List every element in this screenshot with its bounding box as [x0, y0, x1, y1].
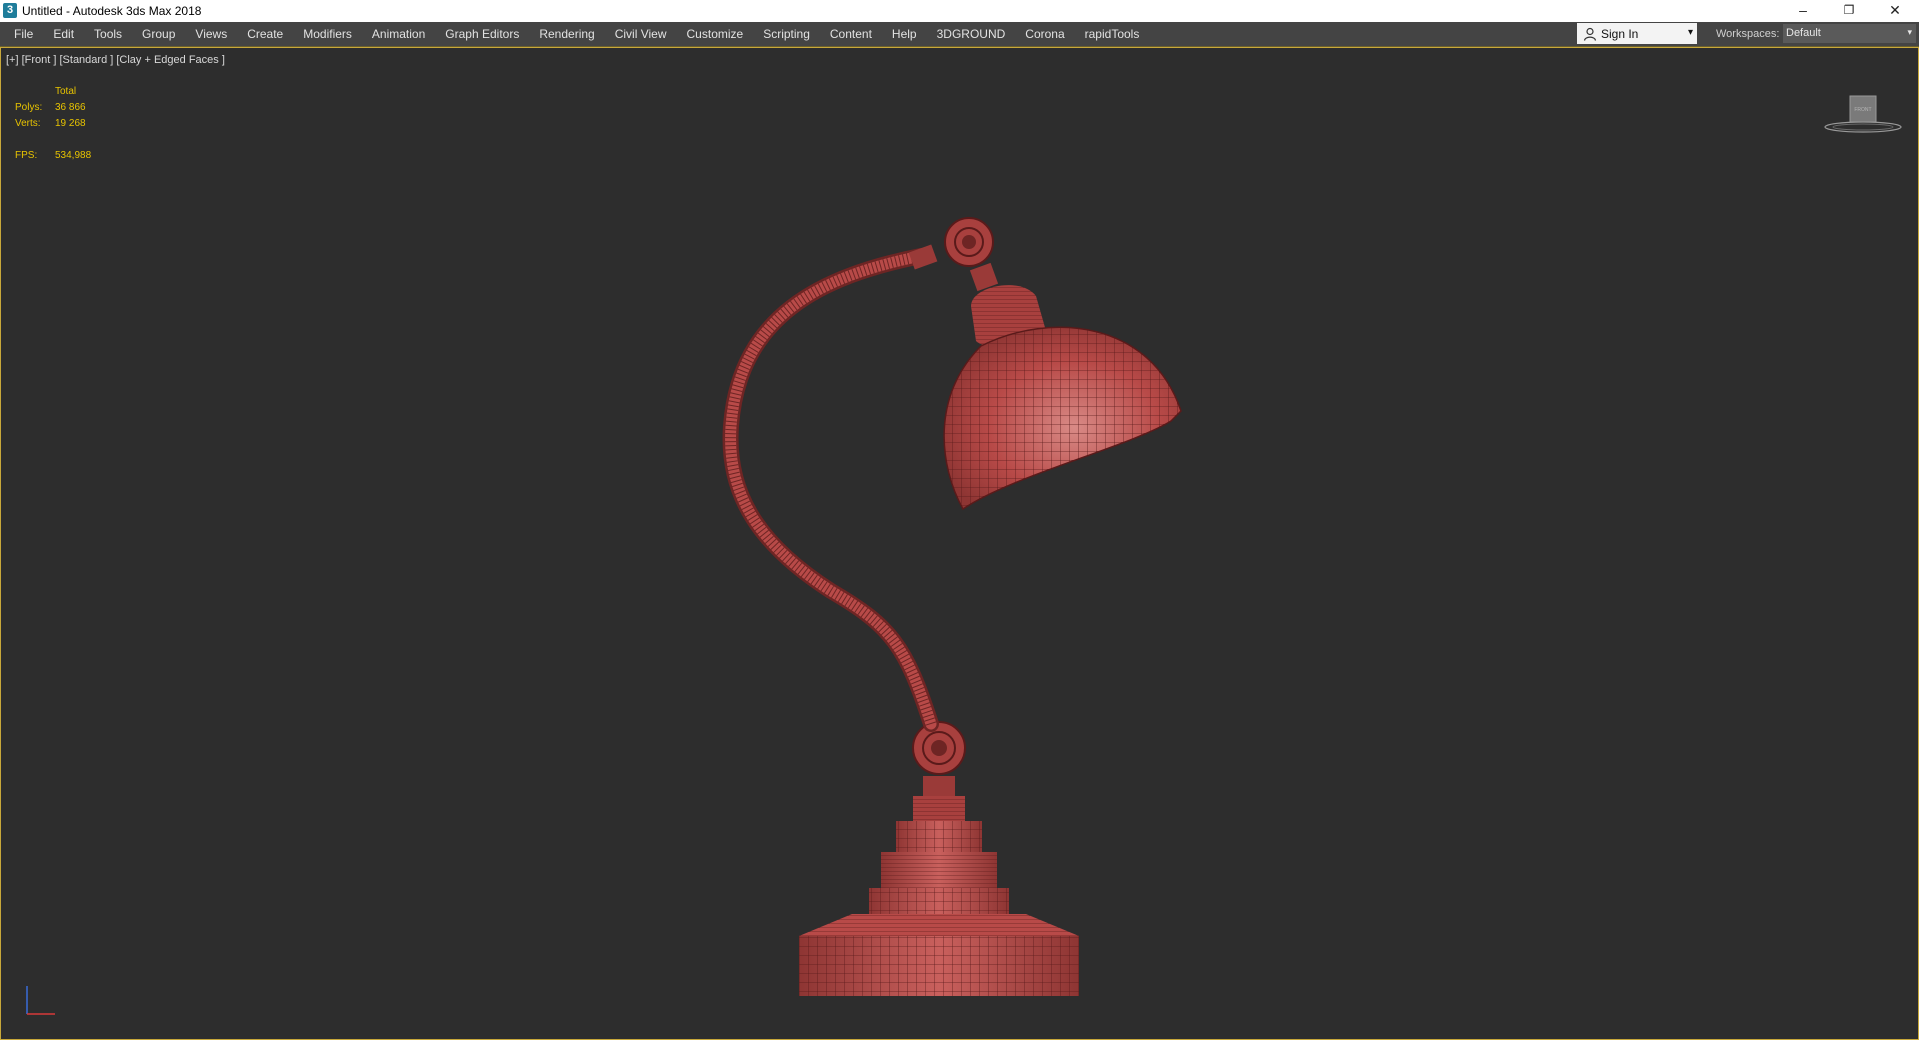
workspaces-value: Default	[1786, 27, 1821, 39]
app-logo-icon: 3	[3, 3, 17, 18]
sign-in-dropdown[interactable]: Sign In ▾	[1577, 23, 1697, 44]
viewport-label-menu[interactable]: [+] [Front ] [Standard ] [Clay + Edged F…	[6, 54, 225, 66]
menu-modifiers[interactable]: Modifiers	[293, 22, 362, 46]
front-viewport[interactable]: [+] [Front ] [Standard ] [Clay + Edged F…	[0, 47, 1919, 1040]
verts-label: Verts:	[15, 118, 41, 129]
menu-tools[interactable]: Tools	[84, 22, 132, 46]
fps-label: FPS:	[15, 150, 38, 161]
menu-bar: File Edit Tools Group Views Create Modif…	[0, 22, 1919, 47]
restore-button[interactable]: ❐	[1826, 0, 1872, 22]
verts-count: 19 268	[55, 118, 86, 129]
minimize-button[interactable]: –	[1780, 0, 1826, 22]
menu-3dground[interactable]: 3DGROUND	[927, 22, 1016, 46]
desk-lamp-model[interactable]	[691, 136, 1231, 1016]
viewcube[interactable]: FRONT	[1823, 88, 1903, 138]
menu-group[interactable]: Group	[132, 22, 185, 46]
close-button[interactable]: ✕	[1872, 0, 1918, 22]
user-icon	[1583, 27, 1597, 41]
sign-in-label: Sign In	[1601, 27, 1639, 41]
viewcube-face-label: FRONT	[1854, 107, 1871, 113]
menu-rendering[interactable]: Rendering	[529, 22, 604, 46]
window-title: Untitled - Autodesk 3ds Max 2018	[22, 4, 202, 18]
menu-animation[interactable]: Animation	[362, 22, 435, 46]
fps-value: 534,988	[55, 150, 92, 161]
chevron-down-icon: ▾	[1687, 27, 1693, 38]
menu-scripting[interactable]: Scripting	[753, 22, 820, 46]
menu-help[interactable]: Help	[882, 22, 927, 46]
menu-create[interactable]: Create	[237, 22, 293, 46]
workspaces-label: Workspaces:	[1716, 28, 1780, 40]
menu-customize[interactable]: Customize	[677, 22, 754, 46]
menu-file[interactable]: File	[4, 22, 43, 46]
main-menu: File Edit Tools Group Views Create Modif…	[4, 22, 1149, 46]
polys-count: 36 866	[55, 102, 86, 113]
menu-civil-view[interactable]: Civil View	[605, 22, 677, 46]
menu-content[interactable]: Content	[820, 22, 882, 46]
menu-graph-editors[interactable]: Graph Editors	[435, 22, 529, 46]
axis-tripod-icon	[26, 986, 55, 1015]
chevron-down-icon: ▾	[1907, 27, 1912, 37]
polys-label: Polys:	[15, 102, 43, 113]
stats-header: Total	[55, 86, 77, 97]
menu-edit[interactable]: Edit	[43, 22, 84, 46]
menu-rapidtools[interactable]: rapidTools	[1075, 22, 1150, 46]
title-bar: 3 Untitled - Autodesk 3ds Max 2018 – ❐ ✕	[0, 0, 1919, 22]
workspaces-select[interactable]: Default ▾	[1783, 24, 1916, 43]
menu-views[interactable]: Views	[185, 22, 237, 46]
menu-corona[interactable]: Corona	[1015, 22, 1074, 46]
